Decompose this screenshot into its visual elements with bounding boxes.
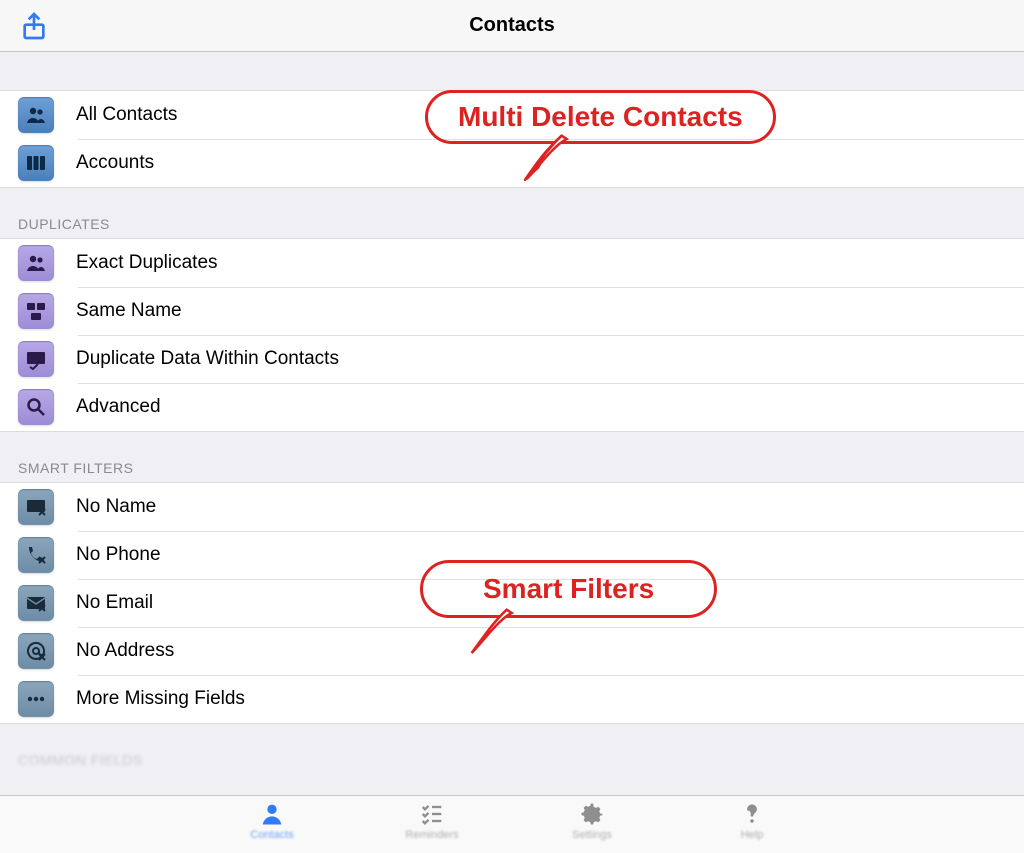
tab-label: Help [741, 829, 764, 841]
tab-settings[interactable]: Settings [557, 800, 627, 853]
section-header-duplicates: DUPLICATES [0, 208, 1024, 238]
row-more-missing[interactable]: More Missing Fields [0, 675, 1024, 723]
tab-help[interactable]: Help [717, 800, 787, 853]
card-x-icon [18, 489, 54, 525]
row-duplicate-data[interactable]: Duplicate Data Within Contacts [0, 335, 1024, 383]
callout-text: Multi Delete Contacts [425, 90, 776, 144]
tab-contacts[interactable]: Contacts [237, 800, 307, 853]
row-label: Exact Duplicates [76, 252, 218, 274]
row-label: No Email [76, 592, 153, 614]
row-no-name[interactable]: No Name [0, 483, 1024, 531]
people-icon [18, 97, 54, 133]
tab-label: Reminders [405, 829, 458, 841]
row-exact-duplicates[interactable]: Exact Duplicates [0, 239, 1024, 287]
row-label: Same Name [76, 300, 182, 322]
row-same-name[interactable]: Same Name [0, 287, 1024, 335]
callout-smart-filters: Smart Filters [420, 560, 717, 618]
section-spacer [0, 188, 1024, 208]
section-header-smart-filters: SMART FILTERS [0, 452, 1024, 482]
tabbar: Contacts Reminders Settings Help [0, 795, 1024, 853]
callout-tail-icon [460, 608, 520, 658]
section-spacer [0, 724, 1024, 744]
callout-multi-delete: Multi Delete Contacts [425, 90, 776, 144]
person-icon [258, 800, 286, 828]
cards-icon [18, 293, 54, 329]
row-label: Advanced [76, 396, 161, 418]
share-icon [18, 10, 50, 42]
tab-reminders[interactable]: Reminders [397, 800, 467, 853]
gear-icon [578, 800, 606, 828]
more-icon [18, 681, 54, 717]
accounts-icon [18, 145, 54, 181]
share-button[interactable] [18, 10, 50, 42]
duplicates-list: Exact Duplicates Same Name Duplicate Dat… [0, 238, 1024, 432]
people-icon [18, 245, 54, 281]
card-check-icon [18, 341, 54, 377]
row-label: More Missing Fields [76, 688, 245, 710]
tab-label: Contacts [250, 829, 293, 841]
row-label: No Name [76, 496, 156, 518]
tab-label: Settings [572, 829, 612, 841]
mail-x-icon [18, 585, 54, 621]
row-advanced[interactable]: Advanced [0, 383, 1024, 431]
phone-x-icon [18, 537, 54, 573]
section-spacer [0, 432, 1024, 452]
row-label: No Phone [76, 544, 161, 566]
navbar: Contacts [0, 0, 1024, 52]
page-title: Contacts [0, 14, 1024, 37]
checklist-icon [418, 800, 446, 828]
question-icon [738, 800, 766, 828]
at-x-icon [18, 633, 54, 669]
search-icon [18, 389, 54, 425]
row-label: Duplicate Data Within Contacts [76, 348, 339, 370]
section-header-next: COMMON FIELDS [0, 744, 1024, 774]
row-label: No Address [76, 640, 174, 662]
row-label: All Contacts [76, 104, 177, 126]
section-spacer [0, 52, 1024, 90]
callout-tail-icon [515, 134, 575, 184]
row-accounts[interactable]: Accounts [0, 139, 1024, 187]
row-label: Accounts [76, 152, 154, 174]
